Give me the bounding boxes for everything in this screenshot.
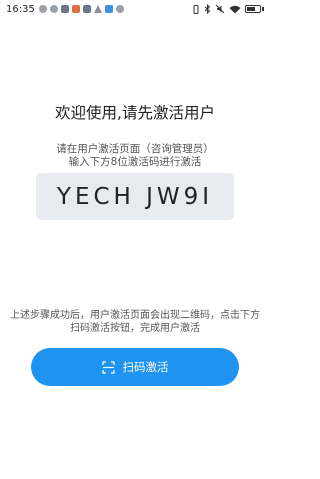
battery-icon [245, 5, 264, 13]
app-icon-7 [115, 5, 124, 13]
status-bar: 16:35 [0, 0, 270, 18]
app-icon-4 [71, 5, 80, 13]
app-icon-2 [49, 5, 58, 13]
app-icon-1 [38, 5, 47, 13]
status-time: 16:35 [6, 3, 35, 15]
instruction-line-2: 输入下方8位激活码进行激活 [68, 156, 202, 168]
app-icon-6 [104, 5, 113, 13]
notification-icons [38, 5, 124, 13]
app-icon-5 [82, 5, 91, 13]
scan-activate-button[interactable]: 扫码激活 [31, 348, 239, 386]
activation-code: YECH JW9I [56, 183, 214, 210]
activation-code-box: YECH JW9I [36, 173, 234, 220]
page-title: 欢迎使用,请先激活用户 [55, 104, 215, 122]
system-icons [192, 4, 264, 14]
scan-activate-label: 扫码激活 [122, 360, 169, 374]
send-icon [93, 5, 102, 13]
scan-icon [101, 360, 115, 374]
app-icon-3 [60, 5, 69, 13]
mute-icon [215, 4, 225, 14]
bluetooth-icon [204, 4, 211, 14]
hint-text: 上述步骤成功后，用户激活页面会出现二维码，点击下方扫码激活按钮，完成用户激活 [10, 310, 260, 334]
vibrate-icon [193, 4, 199, 14]
wifi-icon [229, 5, 241, 13]
